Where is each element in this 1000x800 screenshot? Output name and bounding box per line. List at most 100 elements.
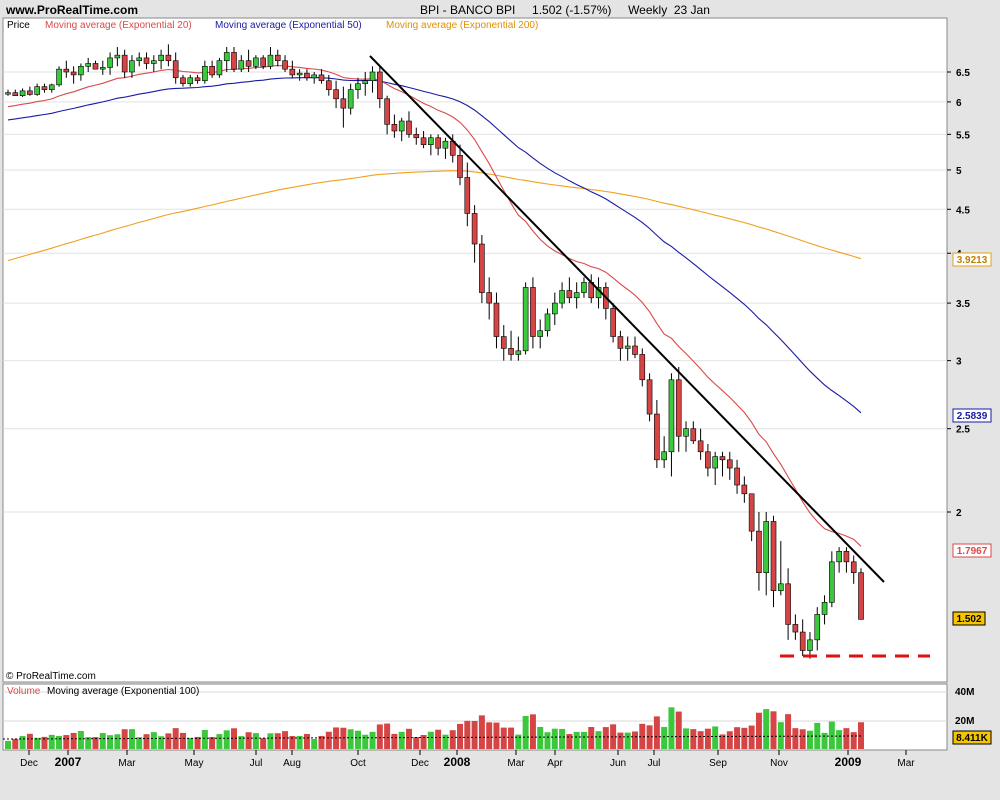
volume-bar <box>187 737 194 749</box>
price-tick-label: 6 <box>956 98 962 109</box>
volume-bar <box>471 721 478 749</box>
volume-bar <box>559 728 566 749</box>
volume-bar <box>595 731 602 749</box>
badge-last-price: 1.502 <box>952 611 986 626</box>
candle <box>610 303 616 343</box>
time-tick-label: Mar <box>118 758 136 769</box>
volume-bar <box>551 728 558 749</box>
volume-bar <box>653 716 660 749</box>
svg-text:3.9213: 3.9213 <box>957 255 988 266</box>
time-tick-label: Sep <box>709 758 727 769</box>
volume-bar <box>260 738 267 749</box>
volume-bar <box>668 707 675 749</box>
volume-bar <box>245 732 252 749</box>
chart-canvas: Price Moving average (Exponential 20) Mo… <box>2 17 992 769</box>
volume-bar <box>799 729 806 749</box>
volume-bar <box>683 728 690 749</box>
volume-bar <box>763 709 770 749</box>
volume-bar <box>107 735 114 749</box>
volume-bar <box>843 728 850 749</box>
volume-bar <box>128 729 135 749</box>
copyright: © ProRealTime.com <box>6 671 96 682</box>
volume-bar <box>529 714 536 749</box>
volume-bar <box>442 734 449 749</box>
volume-bar <box>70 732 77 749</box>
volume-bar <box>712 726 719 749</box>
volume-tick-20m: 20M <box>955 716 974 727</box>
volume-bar <box>850 732 857 749</box>
volume-bar <box>486 722 493 749</box>
time-tick-label: Apr <box>547 758 563 769</box>
volume-bar <box>427 731 434 749</box>
volume-bar <box>340 727 347 749</box>
price-tick-label: 3.5 <box>956 299 970 310</box>
volume-bar <box>435 729 442 749</box>
price-tick-label: 6.5 <box>956 68 970 79</box>
legend-ema20: Moving average (Exponential 20) <box>45 20 192 31</box>
volume-bar <box>347 729 354 749</box>
volume-bar <box>457 723 464 749</box>
volume-bar <box>201 730 208 749</box>
volume-bar <box>362 734 369 749</box>
volume-bar <box>223 730 230 749</box>
price-tick-label: 3 <box>956 357 962 368</box>
legend-volume: Volume <box>7 686 41 697</box>
volume-bar <box>282 731 289 749</box>
volume-bar <box>413 737 420 749</box>
volume-bar <box>741 727 748 749</box>
legend-ema50: Moving average (Exponential 50) <box>215 20 362 31</box>
volume-bar <box>704 728 711 749</box>
volume-bar <box>267 733 274 749</box>
volume-bar <box>77 731 84 749</box>
volume-bar <box>734 727 741 749</box>
svg-text:1.502: 1.502 <box>956 614 981 625</box>
volume-bar <box>398 731 405 749</box>
volume-bar <box>836 730 843 749</box>
volume-bar <box>325 731 332 749</box>
volume-bar <box>602 727 609 749</box>
volume-bar <box>376 724 383 749</box>
badge-volume: 8.411K <box>952 730 992 745</box>
volume-bar <box>755 712 762 749</box>
time-tick-label: 2007 <box>55 755 82 769</box>
volume-bar <box>748 725 755 749</box>
volume-bar <box>384 723 391 749</box>
volume-bar <box>274 733 281 749</box>
volume-bar <box>624 732 631 749</box>
volume-bar <box>252 733 259 749</box>
time-tick-label: Mar <box>897 758 915 769</box>
price-tick-label: 4.5 <box>956 205 970 216</box>
volume-bar <box>697 731 704 749</box>
legend-volume-ema: Moving average (Exponential 100) <box>47 686 199 697</box>
volume-bar <box>369 731 376 749</box>
volume-bar <box>770 711 777 749</box>
volume-bar <box>573 731 580 749</box>
time-tick-label: Dec <box>411 758 429 769</box>
volume-bar <box>500 727 507 749</box>
volume-bar <box>449 730 456 749</box>
time-tick-label: Oct <box>350 758 366 769</box>
volume-bar <box>464 720 471 749</box>
volume-bar <box>165 733 172 749</box>
volume-bar <box>391 733 398 749</box>
svg-text:1.7967: 1.7967 <box>957 546 988 557</box>
volume-bar <box>143 734 150 749</box>
volume-bar <box>114 734 121 749</box>
volume-bar <box>785 714 792 749</box>
candle <box>216 57 223 78</box>
volume-bar <box>311 738 318 749</box>
volume-bar <box>209 737 216 749</box>
volume-bar <box>661 726 668 749</box>
volume-bar <box>63 735 70 749</box>
volume-bar <box>617 732 624 749</box>
volume-bar <box>478 715 485 749</box>
volume-bar <box>121 729 128 749</box>
volume-bar <box>675 711 682 749</box>
price-tick-label: 2 <box>956 508 962 519</box>
time-tick-label: Jun <box>610 758 626 769</box>
time-tick-label: Jul <box>250 758 263 769</box>
candle <box>56 66 62 87</box>
time-tick-label: Aug <box>283 758 301 769</box>
time-tick-label: 2008 <box>444 755 471 769</box>
volume-bar <box>303 733 310 749</box>
